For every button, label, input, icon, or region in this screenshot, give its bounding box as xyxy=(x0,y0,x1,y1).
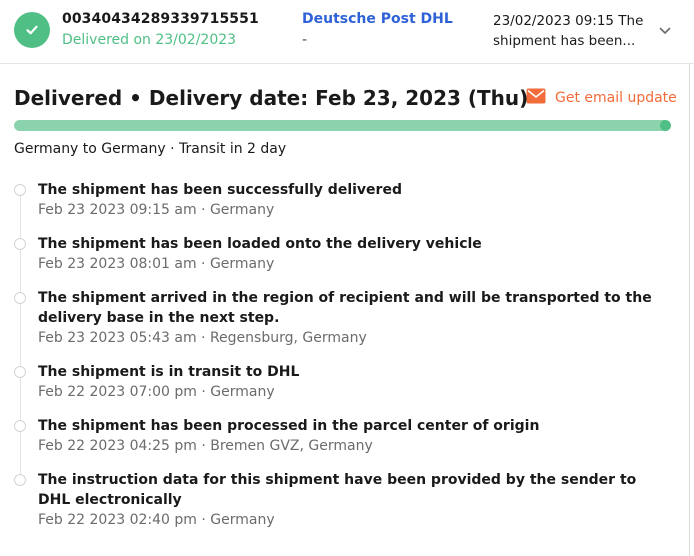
timeline-connector xyxy=(19,250,21,292)
event-title: The shipment has been successfully deliv… xyxy=(38,182,402,198)
timeline-connector xyxy=(19,378,21,420)
carrier-subtext: - xyxy=(302,32,308,48)
timeline-dot-icon xyxy=(14,292,26,304)
event-title: The shipment is in transit to DHL xyxy=(38,364,300,380)
event-timestamp-location: Feb 22 2023 07:00 pm · Germany xyxy=(38,384,275,400)
timeline-dot-icon xyxy=(14,184,26,196)
timeline-event: The shipment is in transit to DHL Feb 22 … xyxy=(0,362,690,420)
tracking-number: 00340434289339715551 xyxy=(62,11,259,27)
event-title: The shipment has been processed in the p… xyxy=(38,418,540,434)
event-title: The shipment has been loaded onto the de… xyxy=(38,236,482,252)
email-update-label: Get email update xyxy=(555,90,677,106)
timeline-event: The shipment arrived in the region of re… xyxy=(0,288,690,366)
event-timestamp-location: Feb 23 2023 09:15 am · Germany xyxy=(38,202,275,218)
event-timestamp-location: Feb 23 2023 05:43 am · Regensburg, Germa… xyxy=(38,330,367,346)
carrier-link[interactable]: Deutsche Post DHL xyxy=(302,11,453,27)
timeline-connector xyxy=(19,432,21,474)
route-transit-text: Germany to Germany · Transit in 2 day xyxy=(14,141,287,157)
latest-event-summary: 23/02/2023 09:15 The shipment has been..… xyxy=(493,11,653,51)
timeline-dot-icon xyxy=(14,474,26,486)
delivered-check-icon xyxy=(14,12,50,48)
timeline-event: The shipment has been processed in the p… xyxy=(0,416,690,474)
event-timestamp-location: Feb 22 2023 02:40 pm · Germany xyxy=(38,512,275,528)
timeline-event: The shipment has been loaded onto the de… xyxy=(0,234,690,292)
timeline-dot-icon xyxy=(14,366,26,378)
progress-endpoint xyxy=(660,120,671,131)
timeline-dot-icon xyxy=(14,420,26,432)
event-timestamp-location: Feb 22 2023 04:25 pm · Bremen GVZ, Germa… xyxy=(38,438,373,454)
envelope-icon xyxy=(526,88,546,108)
event-timestamp-location: Feb 23 2023 08:01 am · Germany xyxy=(38,256,275,272)
delivery-status-text: Delivered on 23/02/2023 xyxy=(62,32,237,48)
event-title: The shipment arrived in the region of re… xyxy=(38,290,652,326)
tracking-timeline: The shipment has been successfully deliv… xyxy=(0,180,690,544)
timeline-event: The shipment has been successfully deliv… xyxy=(0,180,690,238)
timeline-connector xyxy=(19,304,21,366)
chevron-down-icon[interactable] xyxy=(656,22,674,40)
event-title: The instruction data for this shipment h… xyxy=(38,472,637,508)
timeline-event: The instruction data for this shipment h… xyxy=(0,470,690,530)
progress-fill xyxy=(14,120,671,131)
latest-event-line: shipment has been... xyxy=(493,33,636,49)
shipment-header[interactable]: 00340434289339715551 Delivered on 23/02/… xyxy=(0,0,694,64)
get-email-update-button[interactable]: Get email update xyxy=(526,88,677,108)
timeline-connector xyxy=(19,196,21,238)
delivery-summary-title: Delivered • Delivery date: Feb 23, 2023 … xyxy=(14,86,529,110)
timeline-dot-icon xyxy=(14,238,26,250)
delivery-progress-bar xyxy=(14,120,671,131)
latest-event-line: 23/02/2023 09:15 The xyxy=(493,13,644,29)
